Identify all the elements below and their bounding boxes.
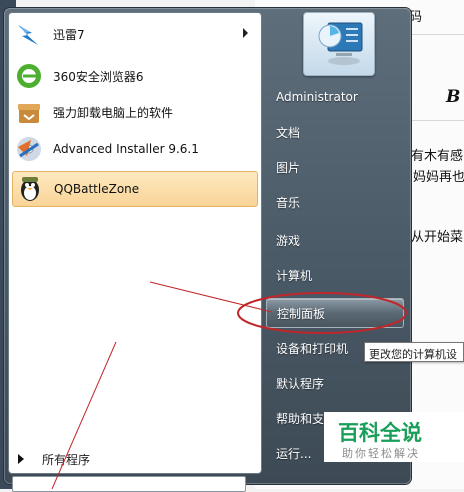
program-item-360-browser[interactable]: 360安全浏览器6 — [12, 59, 258, 93]
watermark-subtitle: 助你轻松解决 — [342, 447, 420, 460]
tooltip: 更改您的计算机设 — [364, 342, 464, 362]
submenu-arrow-icon[interactable] — [243, 28, 248, 38]
search-input[interactable] — [12, 476, 246, 492]
right-item-administrator[interactable]: Administrator — [266, 82, 404, 112]
right-item-label: 设备和打印机 — [276, 341, 349, 356]
browser-360-icon — [14, 61, 44, 91]
right-item-label: 文档 — [276, 125, 301, 140]
watermark: 百科全说 助你轻松解决 — [324, 412, 464, 462]
expand-triangle-icon — [18, 454, 24, 464]
program-item-qqbattlezone[interactable]: QQBattleZone — [12, 171, 258, 207]
right-item-label: 游戏 — [276, 233, 301, 248]
program-label: Advanced Installer 9.6.1 — [53, 142, 199, 156]
right-item-computer[interactable]: 计算机 — [266, 260, 404, 290]
background-text: 妈妈再也 — [413, 170, 464, 185]
program-item-advanced-installer[interactable]: Advanced Installer 9.6.1 — [12, 132, 258, 166]
all-programs-button[interactable]: 所有程序 — [9, 446, 261, 472]
background-text: 有木有感 — [411, 149, 464, 164]
right-item-pictures[interactable]: 图片 — [266, 152, 404, 182]
right-item-label: Administrator — [276, 90, 358, 104]
program-item-thunder[interactable]: 迅雷7 — [12, 17, 258, 51]
right-item-label: 计算机 — [276, 268, 313, 283]
right-item-label: 默认程序 — [276, 376, 325, 391]
background-text: 从开始菜 — [411, 230, 464, 245]
right-item-music[interactable]: 音乐 — [266, 187, 404, 217]
thunder-icon — [14, 19, 44, 49]
uninstall-box-icon — [14, 97, 44, 127]
right-item-games[interactable]: 游戏 — [266, 225, 404, 255]
watermark-title: 百科全说 — [338, 421, 422, 445]
qq-penguin-icon — [15, 174, 45, 204]
program-label: QQBattleZone — [54, 182, 140, 196]
right-item-default-programs[interactable]: 默认程序 — [266, 368, 404, 398]
program-label: 360安全浏览器6 — [53, 69, 144, 84]
right-item-label: 帮助和支 — [276, 411, 325, 426]
all-programs-label: 所有程序 — [42, 452, 91, 467]
user-picture-icon[interactable] — [303, 12, 375, 76]
right-item-label: 控制面板 — [277, 306, 326, 321]
program-label: 强力卸载电脑上的软件 — [53, 105, 174, 120]
programs-pane: 迅雷7 360安全浏览器6 强力卸载电脑上的软件 Advanced Instal… — [8, 12, 262, 474]
right-item-label: 音乐 — [276, 195, 301, 210]
right-item-documents[interactable]: 文档 — [266, 117, 404, 147]
right-item-control-panel[interactable]: 控制面板 — [266, 298, 404, 328]
program-label: 迅雷7 — [53, 27, 85, 42]
advanced-installer-icon — [14, 134, 44, 164]
background-bold-letter: B — [446, 87, 461, 107]
right-item-label: 图片 — [276, 160, 301, 175]
right-item-label: 运行... — [276, 446, 312, 461]
program-item-uninstaller[interactable]: 强力卸载电脑上的软件 — [12, 95, 258, 129]
